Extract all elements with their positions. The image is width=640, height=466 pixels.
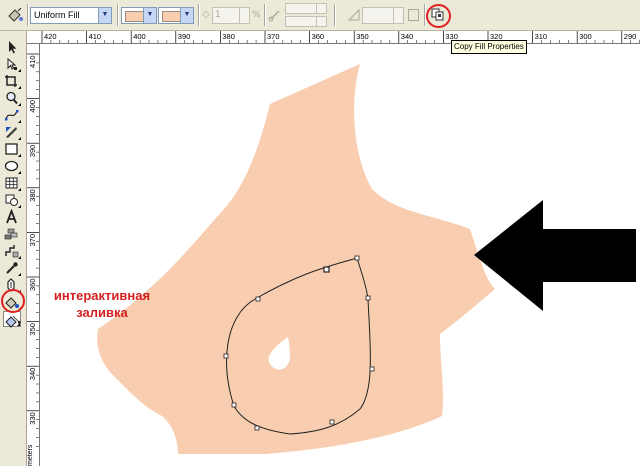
curve-node[interactable] [231, 402, 237, 408]
property-bar: Uniform Fill ▼ ▼ ▼ ◇ 1 % [0, 0, 640, 31]
fill-tool-icon[interactable] [6, 6, 24, 24]
ruler-label: 350 [28, 323, 37, 336]
ellipse-tool-icon[interactable] [3, 158, 21, 174]
ruler-label: 330 [28, 412, 37, 425]
offset-field-top[interactable] [285, 3, 327, 14]
chevron-down-icon[interactable]: ▼ [98, 8, 111, 23]
caption-line-2: заливка [76, 305, 128, 320]
curve-node[interactable] [329, 419, 335, 425]
ruler-label: 290 [624, 32, 637, 41]
canvas-caption: интерактивная заливка [47, 287, 157, 321]
angle-icon [347, 8, 360, 21]
interactive-fill-tool-icon[interactable] [3, 311, 21, 328]
ruler-label: 340 [401, 32, 414, 41]
edge-pad-icon[interactable] [408, 9, 419, 21]
offset-field-bottom[interactable] [285, 16, 327, 27]
pick-tool-icon[interactable] [3, 39, 21, 55]
eyedropper-tool-icon[interactable] [3, 260, 21, 276]
freehand-tool-icon[interactable] [3, 107, 21, 123]
angle-field[interactable] [362, 7, 404, 24]
fill-type-select[interactable]: Uniform Fill ▼ [30, 7, 112, 24]
text-tool-icon[interactable] [3, 209, 21, 225]
ruler-label: 360 [312, 32, 325, 41]
spinner-icon[interactable] [316, 4, 326, 13]
ruler-label: 340 [28, 368, 37, 381]
spinner-icon[interactable] [393, 8, 403, 23]
midpoint-value: 1 [215, 10, 221, 20]
rotate-icon [268, 8, 282, 22]
basic-shapes-tool-icon[interactable] [3, 192, 21, 208]
fill-type-value: Uniform Fill [34, 10, 80, 20]
curve-node[interactable] [369, 366, 375, 372]
ruler-label: 410 [89, 32, 102, 41]
rectangle-tool-icon[interactable] [3, 141, 21, 157]
midpoint-icon: ◇ [202, 9, 210, 20]
dimension-tool-icon[interactable] [3, 243, 21, 259]
ruler-label: 370 [28, 234, 37, 247]
ruler-label: 360 [28, 278, 37, 291]
spinner-icon[interactable] [316, 17, 326, 26]
graph-paper-tool-icon[interactable] [3, 175, 21, 191]
curve-node[interactable] [323, 266, 330, 273]
chevron-down-icon[interactable]: ▼ [143, 8, 156, 23]
toolbox [0, 31, 27, 466]
caption-line-1: интерактивная [53, 288, 151, 303]
crop-tool-icon[interactable] [3, 73, 21, 89]
curve-node[interactable] [223, 353, 229, 359]
table-tool-icon[interactable] [3, 226, 21, 242]
smart-fill-tool-icon[interactable] [3, 124, 21, 140]
ruler-label: 400 [133, 32, 146, 41]
horizontal-ruler[interactable]: 420 410 400 390 380 370 360 350 340 330 320 310 300 2… [27, 31, 640, 44]
tooltip: Copy Fill Properties [451, 40, 527, 54]
drawing-canvas[interactable] [40, 44, 640, 466]
chevron-down-icon[interactable]: ▼ [180, 8, 193, 23]
vertical-ruler[interactable]: 410 400 390 380 370 360 350 340 330 [27, 44, 40, 466]
start-color-picker[interactable]: ▼ [121, 7, 157, 24]
ruler-label: 370 [267, 32, 280, 41]
zoom-tool-icon[interactable] [3, 90, 21, 106]
shape-tool-icon[interactable] [3, 56, 21, 72]
ruler-label: 390 [178, 32, 191, 41]
curve-node[interactable] [354, 255, 360, 261]
ruler-label: 390 [28, 145, 37, 158]
curve-node[interactable] [365, 295, 371, 301]
ruler-unit-label: meters [27, 444, 34, 466]
ruler-label: 300 [579, 32, 592, 41]
spinner-icon[interactable] [239, 8, 249, 23]
ruler-label: 380 [222, 32, 235, 41]
highlight-circle-copy-fill [426, 4, 451, 28]
ruler-label: 420 [44, 32, 57, 41]
midpoint-field[interactable]: 1 [212, 7, 250, 24]
end-color-picker[interactable]: ▼ [158, 7, 194, 24]
ruler-label: 310 [535, 32, 548, 41]
percent-label: % [252, 10, 261, 20]
curve-node[interactable] [254, 425, 260, 431]
ruler-label: 380 [28, 189, 37, 202]
ruler-label: 410 [28, 55, 37, 68]
ruler-label: 350 [356, 32, 369, 41]
torso-shape[interactable] [97, 64, 495, 454]
highlight-circle-interactive-fill [1, 289, 25, 313]
ruler-label: 400 [28, 100, 37, 113]
curve-node[interactable] [255, 296, 261, 302]
pointer-arrow [474, 200, 636, 311]
